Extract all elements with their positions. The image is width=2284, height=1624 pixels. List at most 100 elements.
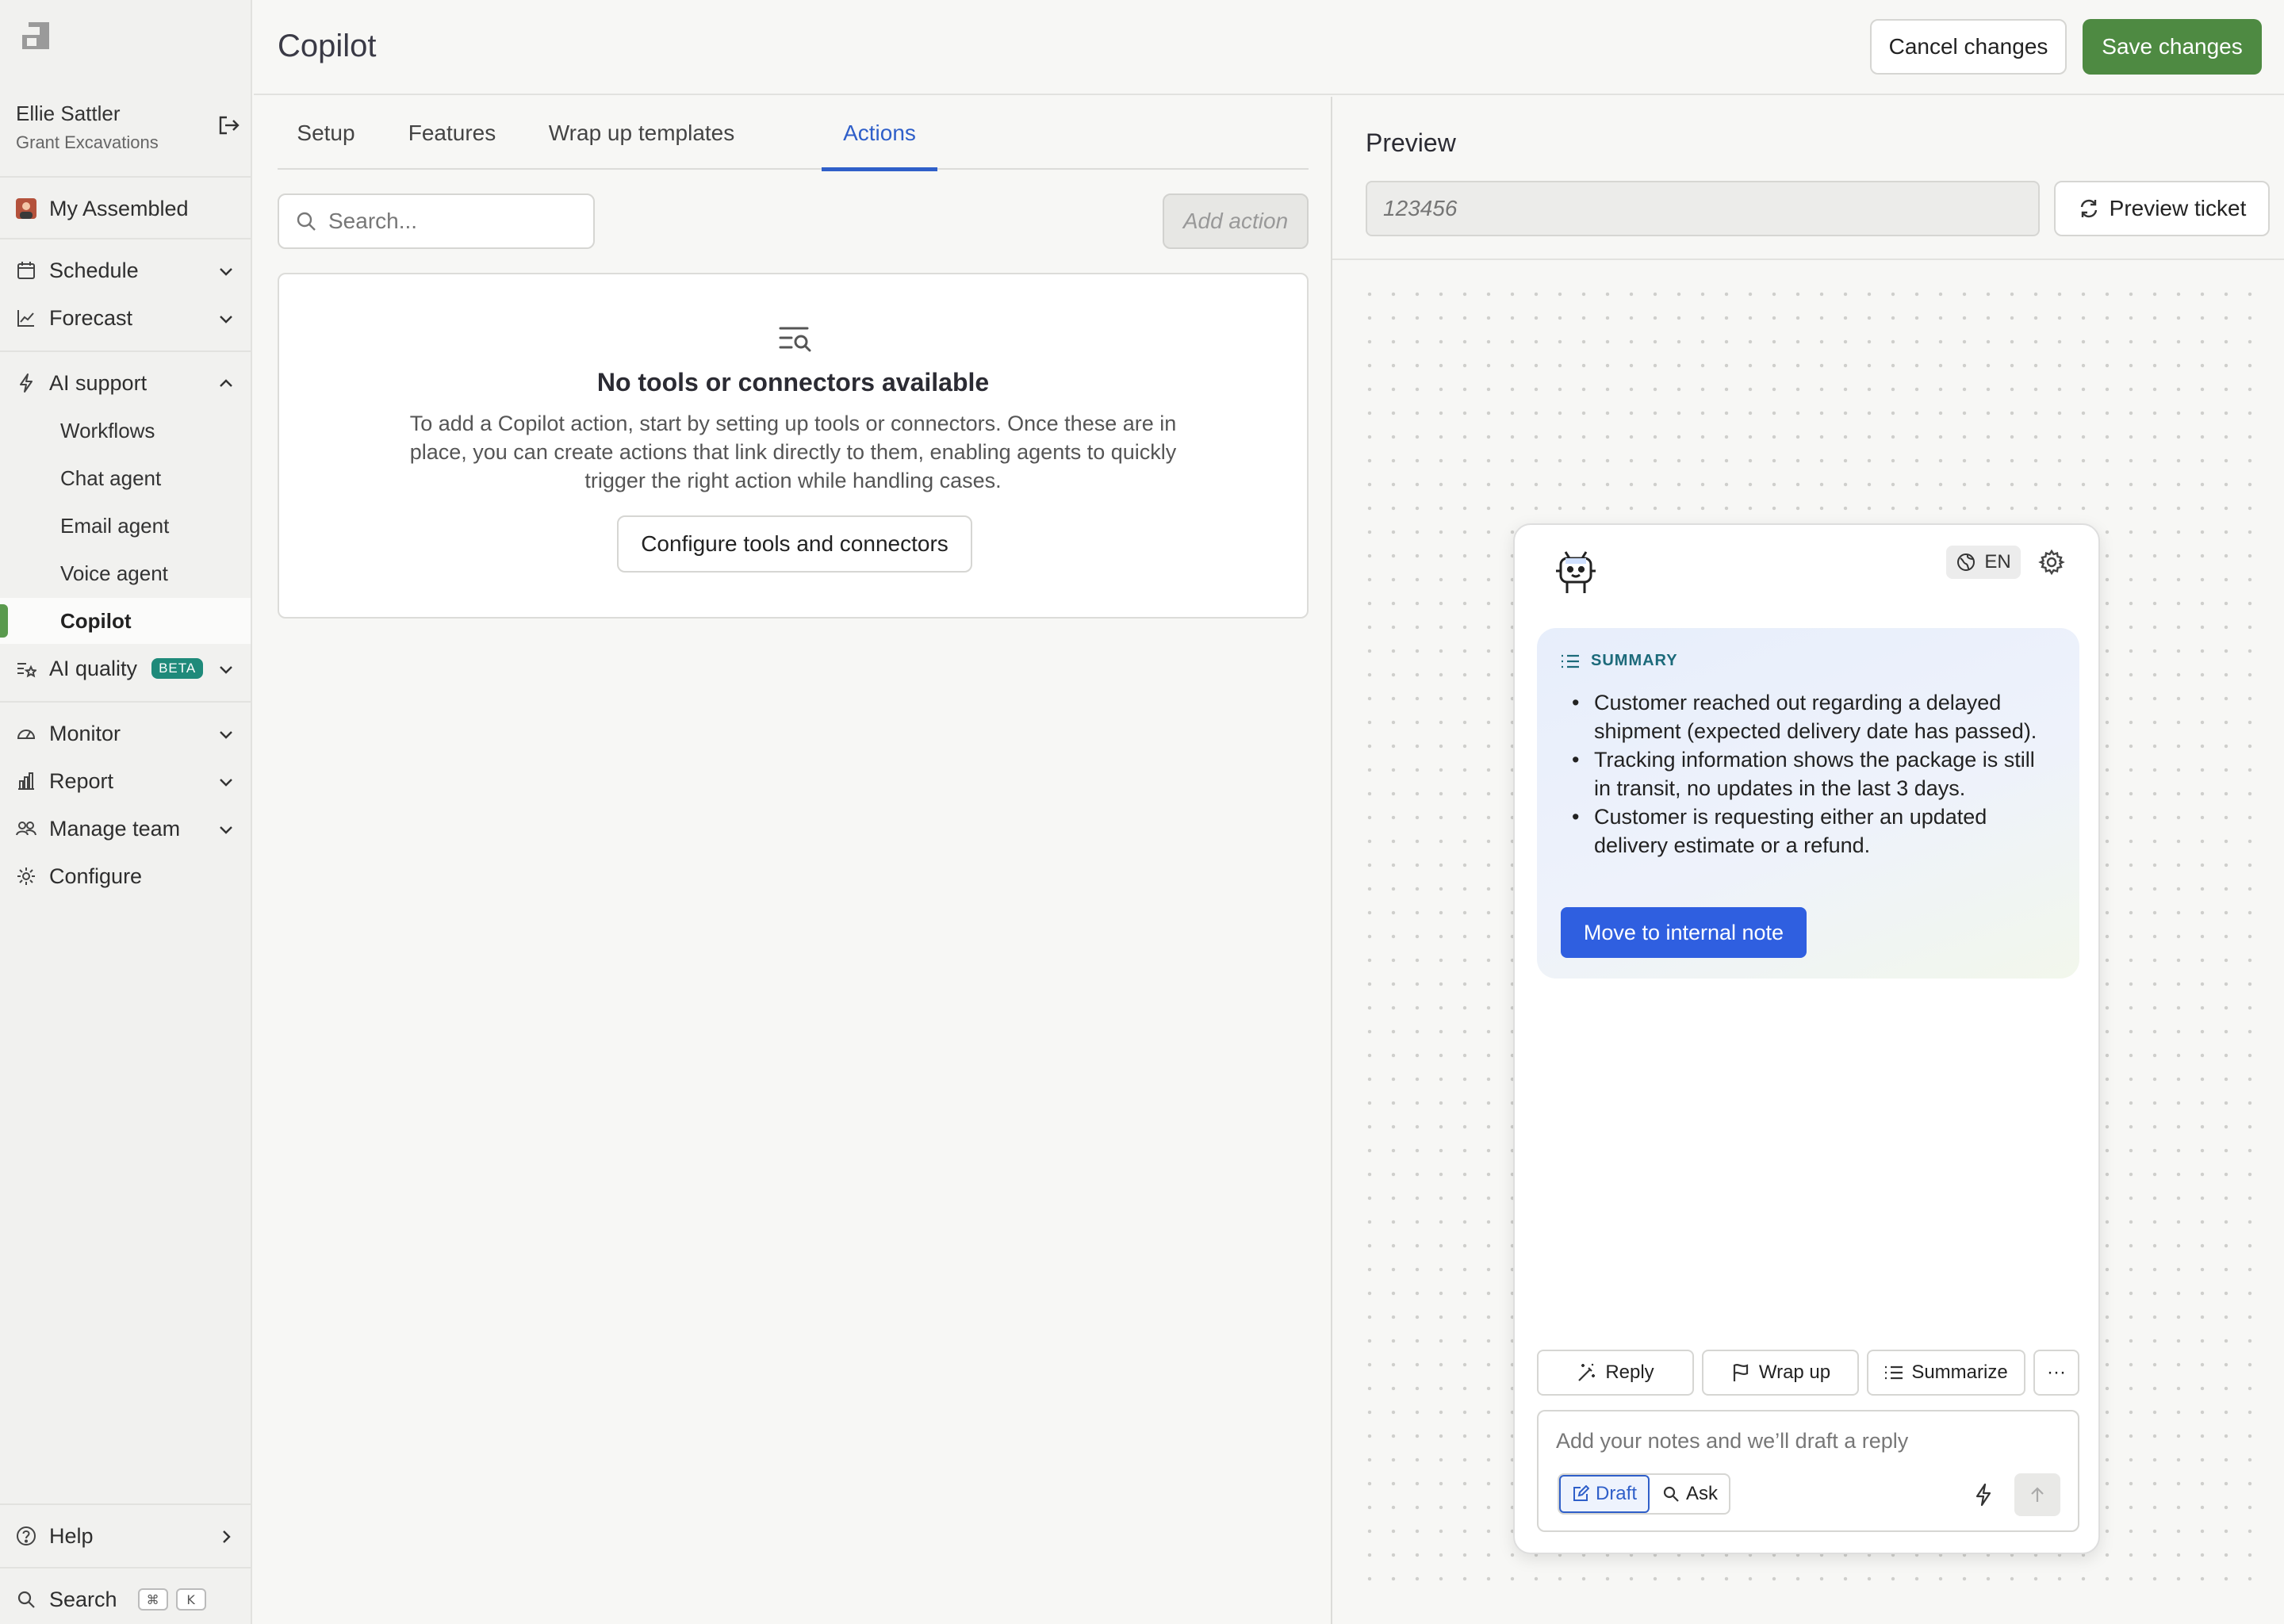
preview-panel: Preview Preview ticket EN <box>1331 97 2284 1624</box>
preview-canvas: EN SUMMARY Customer reached out regardin… <box>1358 282 2263 1599</box>
wrap-up-button[interactable]: Wrap up <box>1702 1350 1859 1396</box>
save-changes-button[interactable]: Save changes <box>2083 19 2262 75</box>
chevron-down-icon <box>220 826 232 834</box>
page-header: Copilot Cancel changes Save changes <box>254 0 2284 95</box>
cancel-changes-button[interactable]: Cancel changes <box>1870 19 2067 75</box>
configure-tools-button[interactable]: Configure tools and connectors <box>617 515 972 573</box>
search-icon <box>17 1591 35 1608</box>
summary-list: Customer reached out regarding a delayed… <box>1569 688 2052 860</box>
draft-mode-button[interactable]: Draft <box>1559 1475 1650 1513</box>
copilot-widget: EN SUMMARY Customer reached out regardin… <box>1513 523 2100 1554</box>
magic-wand-icon <box>1578 1363 1596 1381</box>
nav-chat-agent[interactable]: Chat agent <box>0 455 251 501</box>
assembled-logo-icon[interactable] <box>19 19 52 52</box>
summary-heading-label: SUMMARY <box>1591 652 1678 669</box>
nav-my-assembled[interactable]: My Assembled <box>0 186 251 232</box>
calendar-icon <box>17 262 35 279</box>
preview-ticket-button[interactable]: Preview ticket <box>2054 181 2270 236</box>
divider <box>0 176 252 178</box>
user-profile: Ellie Sattler Grant Excavations <box>16 102 241 153</box>
refresh-icon <box>2080 199 2097 218</box>
nav-email-agent[interactable]: Email agent <box>0 503 251 549</box>
move-to-internal-note-button[interactable]: Move to internal note <box>1561 907 1807 958</box>
nav-copilot[interactable]: Copilot <box>0 598 251 644</box>
divider <box>0 238 252 239</box>
nav-schedule[interactable]: Schedule <box>0 247 251 293</box>
chevron-up-icon <box>220 379 232 387</box>
flag-icon <box>1733 1364 1748 1381</box>
nav-search[interactable]: Search ⌘ K <box>0 1576 251 1622</box>
robot-icon <box>1556 551 1596 593</box>
tab-wrap-up-templates[interactable]: Wrap up templates <box>528 97 755 170</box>
summarize-label: Summarize <box>1911 1362 2008 1383</box>
nav-monitor[interactable]: Monitor <box>0 710 251 756</box>
divider <box>0 1503 252 1505</box>
language-label: EN <box>1984 551 2011 573</box>
beta-badge: BETA <box>151 658 204 679</box>
reply-button[interactable]: Reply <box>1537 1350 1694 1396</box>
help-circle-icon <box>17 1526 36 1545</box>
nav-label: Monitor <box>49 721 121 745</box>
nav-manage-team[interactable]: Manage team <box>0 806 251 852</box>
nav-ai-support[interactable]: AI support <box>0 360 251 406</box>
actions-search-field[interactable] <box>278 193 595 249</box>
bar-chart-icon <box>18 772 34 790</box>
globe-icon <box>1957 553 1976 571</box>
divider <box>0 1567 252 1568</box>
users-icon <box>16 822 36 836</box>
edit-icon <box>1573 1485 1589 1501</box>
nav-label: Forecast <box>49 305 133 330</box>
notes-input[interactable] <box>1556 1429 2064 1461</box>
nav-ai-quality[interactable]: AI quality BETA <box>0 645 251 691</box>
lightning-icon <box>20 373 33 393</box>
nav-label: Manage team <box>49 816 181 841</box>
nav-label: Schedule <box>49 258 139 282</box>
wrap-up-label: Wrap up <box>1758 1362 1831 1383</box>
ticket-id-input[interactable] <box>1366 181 2040 236</box>
empty-state-card: No tools or connectors available To add … <box>278 273 1309 619</box>
chevron-down-icon <box>220 316 232 324</box>
chevron-down-icon <box>220 731 232 739</box>
nav-configure[interactable]: Configure <box>0 853 251 899</box>
nav-label: Search <box>49 1587 117 1611</box>
search-icon <box>1663 1486 1679 1502</box>
chevron-down-icon <box>220 666 232 674</box>
nav-voice-agent[interactable]: Voice agent <box>0 550 251 596</box>
user-name: Ellie Sattler <box>16 102 121 125</box>
list-star-icon <box>17 663 36 678</box>
summarize-button[interactable]: Summarize <box>1867 1350 2025 1396</box>
sidebar: Ellie Sattler Grant Excavations My Assem… <box>0 0 252 1624</box>
divider <box>1332 259 2284 260</box>
search-icon <box>297 212 316 231</box>
shortcut-key-cmd: ⌘ <box>137 1588 168 1611</box>
arrow-up-icon <box>2031 1487 2044 1502</box>
language-selector[interactable]: EN <box>1946 546 2021 579</box>
tab-setup[interactable]: Setup <box>278 97 374 170</box>
nav-label: Report <box>49 768 114 793</box>
add-action-button[interactable]: Add action <box>1163 193 1309 249</box>
tab-actions[interactable]: Actions <box>822 97 937 171</box>
send-button[interactable] <box>2014 1473 2060 1516</box>
nav-report[interactable]: Report <box>0 758 251 804</box>
nav-label: AI quality <box>49 656 138 680</box>
nav-workflows[interactable]: Workflows <box>0 408 251 454</box>
ask-label: Ask <box>1685 1483 1718 1504</box>
nav-help[interactable]: Help <box>0 1513 251 1559</box>
lightning-icon[interactable] <box>1972 1483 1995 1507</box>
ask-mode-button[interactable]: Ask <box>1651 1475 1729 1513</box>
chart-line-icon <box>17 310 34 327</box>
gear-icon[interactable] <box>2038 549 2065 576</box>
preview-title: Preview <box>1366 128 1456 157</box>
divider <box>0 701 252 703</box>
nav-label: Help <box>49 1523 94 1548</box>
composer: Draft Ask <box>1537 1410 2079 1532</box>
summary-item: Tracking information shows the package i… <box>1569 745 2052 802</box>
tab-features[interactable]: Features <box>397 97 508 170</box>
divider <box>0 350 252 352</box>
nav-forecast[interactable]: Forecast <box>0 295 251 341</box>
shortcut-key-k: K <box>175 1588 206 1611</box>
logout-icon[interactable] <box>216 113 241 138</box>
search-input[interactable] <box>328 209 582 234</box>
quick-actions: Reply Wrap up Summarize ··· <box>1537 1350 2079 1396</box>
more-options-button[interactable]: ··· <box>2033 1350 2079 1396</box>
